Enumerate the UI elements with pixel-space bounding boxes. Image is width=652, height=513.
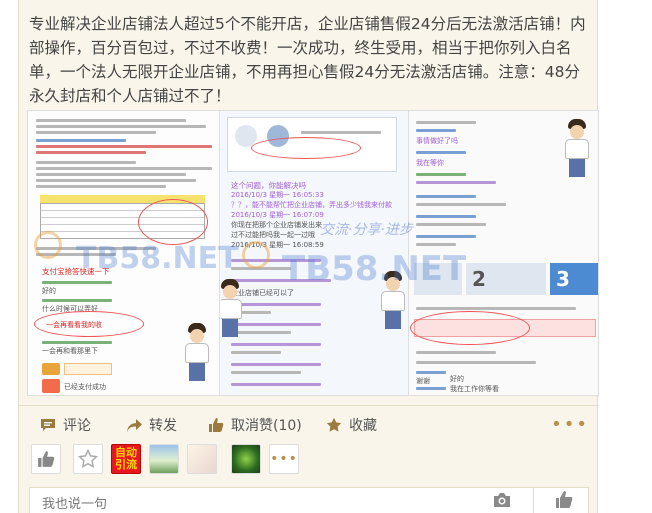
unlike-button[interactable]: 取消赞(10) bbox=[207, 414, 302, 436]
chat-line: 我在等你 bbox=[416, 159, 444, 167]
chat-line: 谢谢 bbox=[416, 377, 430, 385]
hand-pointer-icon[interactable] bbox=[552, 490, 574, 510]
badge-text: 自动引流 bbox=[115, 446, 137, 471]
comment-button[interactable]: 评论 bbox=[39, 414, 91, 436]
step-indicator: 2 3 bbox=[410, 259, 598, 301]
liker-avatar[interactable] bbox=[149, 444, 179, 474]
watermark-logo bbox=[34, 231, 62, 259]
watermark-logo bbox=[242, 241, 270, 269]
chat-line: 过不过能把吗我一起一过哦 bbox=[231, 231, 315, 239]
post-image-collage[interactable]: 支付宝抢答快速一下 好的 什么时候可以弄好 一会再看看我的收 一会再和看那里下 … bbox=[27, 110, 599, 396]
camera-icon[interactable] bbox=[492, 491, 512, 509]
comment-label: 评论 bbox=[63, 418, 91, 434]
comment-input[interactable]: 我也说一句 bbox=[42, 493, 107, 512]
chat-line: 这个问题，你能解决吗 bbox=[231, 181, 306, 190]
more-options-icon[interactable]: ••• bbox=[551, 414, 589, 435]
liker-avatar[interactable] bbox=[187, 444, 217, 474]
post-body-text: 专业解决企业店铺法人超过5个不能开店，企业店铺售假24分后无法激活店铺！内部操作… bbox=[29, 15, 586, 105]
chat-line: 好的 bbox=[450, 375, 464, 383]
liker-avatar[interactable] bbox=[231, 444, 261, 474]
chat-line: ？？，能不能帮忙把企业店铺，弄出多少钱我来付款 bbox=[231, 201, 392, 209]
chat-line: 事情做好了吗 bbox=[416, 137, 458, 145]
collage-panel-3: 事情做好了吗 我在等你 2 3 谢谢 好的 我在工作你等看 bbox=[410, 111, 598, 395]
chat-line: 你现在把那个企业店铺发出来 bbox=[231, 221, 322, 229]
chat-line: 一会再和看那里下 bbox=[42, 347, 98, 355]
watermark-slogan: 交流·分享·进步 bbox=[320, 222, 413, 238]
comment-icon bbox=[39, 416, 57, 434]
liker-avatar-badge[interactable]: 自动引流 bbox=[111, 444, 141, 474]
likers-row: 自动引流 ••• bbox=[19, 440, 599, 480]
star-outline-icon bbox=[78, 449, 98, 469]
unlike-label: 取消赞(10) bbox=[231, 418, 302, 434]
chat-timestamp: 2016/10/3 星期一 16:07:09 bbox=[231, 211, 324, 219]
favorite-button[interactable]: 收藏 bbox=[325, 414, 377, 436]
liker-avatar-default[interactable] bbox=[73, 444, 103, 474]
chat-line: 我在工作你等看 bbox=[450, 385, 499, 393]
share-icon bbox=[125, 416, 143, 434]
comment-box[interactable]: 我也说一句 bbox=[29, 487, 589, 513]
star-icon bbox=[325, 416, 343, 434]
post-action-bar: 评论 转发 取消赞(10) 收藏 ••• bbox=[19, 405, 599, 441]
share-button[interactable]: 转发 bbox=[125, 414, 177, 436]
chat-line: 好的 bbox=[42, 287, 56, 295]
step-number: 2 bbox=[472, 267, 486, 291]
step-number: 3 bbox=[556, 267, 570, 291]
post-card: 专业解决企业店铺法人超过5个不能开店，企业店铺售假24分后无法激活店铺！内部操作… bbox=[18, 0, 599, 513]
chat-line: 已经支付成功 bbox=[64, 383, 106, 391]
thumbs-up-icon bbox=[38, 451, 55, 467]
share-label: 转发 bbox=[149, 418, 177, 434]
thumbs-up-icon bbox=[207, 416, 225, 434]
chat-line: 企业店铺已经可以了 bbox=[231, 289, 294, 297]
favorite-label: 收藏 bbox=[349, 418, 377, 434]
liked-indicator[interactable] bbox=[31, 444, 61, 474]
more-likers-icon[interactable]: ••• bbox=[269, 444, 299, 474]
chat-timestamp: 2016/10/3 星期一 16:05:33 bbox=[231, 191, 324, 199]
chat-line: 支付宝抢答快速一下 bbox=[42, 267, 110, 276]
